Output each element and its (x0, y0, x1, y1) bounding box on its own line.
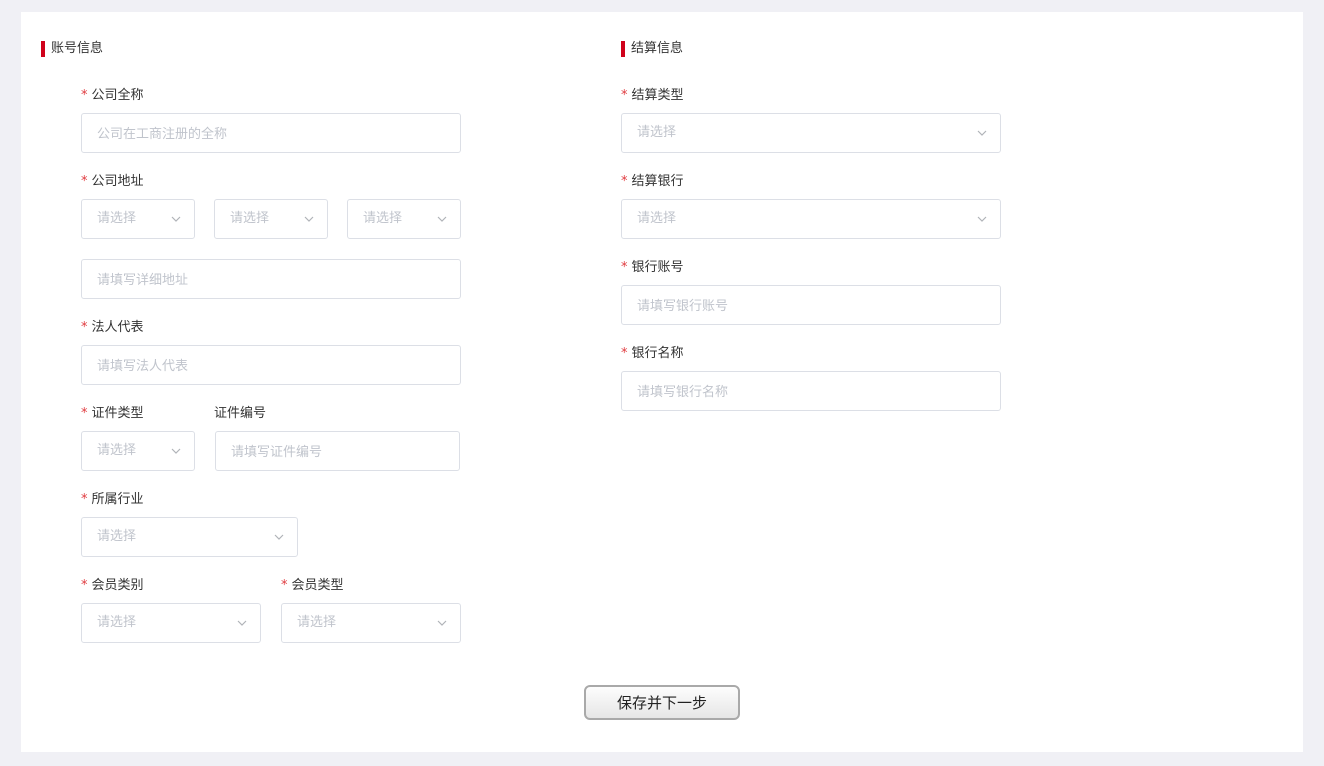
required-mark: * (81, 578, 88, 593)
chevron-down-icon (436, 213, 448, 225)
chevron-down-icon (976, 127, 988, 139)
company-address-label: * 公司地址 (81, 174, 144, 189)
section-accent-bar (621, 41, 625, 57)
save-and-next-button[interactable]: 保存并下一步 (584, 685, 740, 720)
province-select[interactable]: 请选择 (81, 199, 195, 239)
settlement-bank-select[interactable]: 请选择 (621, 199, 1001, 239)
section-title-account: 账号信息 (41, 41, 103, 57)
member-category-select[interactable]: 请选择 (81, 603, 261, 643)
required-mark: * (81, 406, 88, 421)
section-title-text: 结算信息 (631, 41, 684, 56)
legal-rep-label: * 法人代表 (81, 320, 144, 335)
industry-label: * 所属行业 (81, 492, 144, 507)
required-mark: * (621, 346, 628, 361)
bank-account-input[interactable] (621, 285, 1001, 325)
section-title-text: 账号信息 (51, 41, 104, 56)
bank-account-label: * 银行账号 (621, 260, 684, 275)
chevron-down-icon (170, 445, 182, 457)
address-detail-input[interactable] (81, 259, 461, 299)
settlement-type-label: * 结算类型 (621, 88, 684, 103)
id-number-label: 证件编号 (214, 406, 267, 421)
required-mark: * (81, 174, 88, 189)
settlement-bank-label: * 结算银行 (621, 174, 684, 189)
chevron-down-icon (273, 531, 285, 543)
chevron-down-icon (170, 213, 182, 225)
section-title-settlement: 结算信息 (621, 41, 683, 57)
id-type-select[interactable]: 请选择 (81, 431, 195, 471)
required-mark: * (621, 260, 628, 275)
company-name-input[interactable] (81, 113, 461, 153)
industry-select[interactable]: 请选择 (81, 517, 298, 557)
company-name-label: * 公司全称 (81, 88, 144, 103)
required-mark: * (621, 88, 628, 103)
required-mark: * (81, 88, 88, 103)
bank-name-input[interactable] (621, 371, 1001, 411)
member-type-label: * 会员类型 (281, 578, 344, 593)
bank-name-label: * 银行名称 (621, 346, 684, 361)
city-select[interactable]: 请选择 (214, 199, 328, 239)
required-mark: * (81, 320, 88, 335)
required-mark: * (281, 578, 288, 593)
district-select[interactable]: 请选择 (347, 199, 461, 239)
chevron-down-icon (976, 213, 988, 225)
form-panel: 账号信息 *公司全称 *公司地址 请选择 请选择 请选择 *法人代表 *证件类型… (21, 12, 1303, 752)
settlement-type-select[interactable]: 请选择 (621, 113, 1001, 153)
chevron-down-icon (236, 617, 248, 629)
required-mark: * (81, 492, 88, 507)
chevron-down-icon (436, 617, 448, 629)
id-number-input[interactable] (215, 431, 460, 471)
member-type-select[interactable]: 请选择 (281, 603, 461, 643)
section-accent-bar (41, 41, 45, 57)
chevron-down-icon (303, 213, 315, 225)
required-mark: * (621, 174, 628, 189)
id-type-label: * 证件类型 (81, 406, 144, 421)
legal-rep-input[interactable] (81, 345, 461, 385)
member-category-label: * 会员类别 (81, 578, 144, 593)
